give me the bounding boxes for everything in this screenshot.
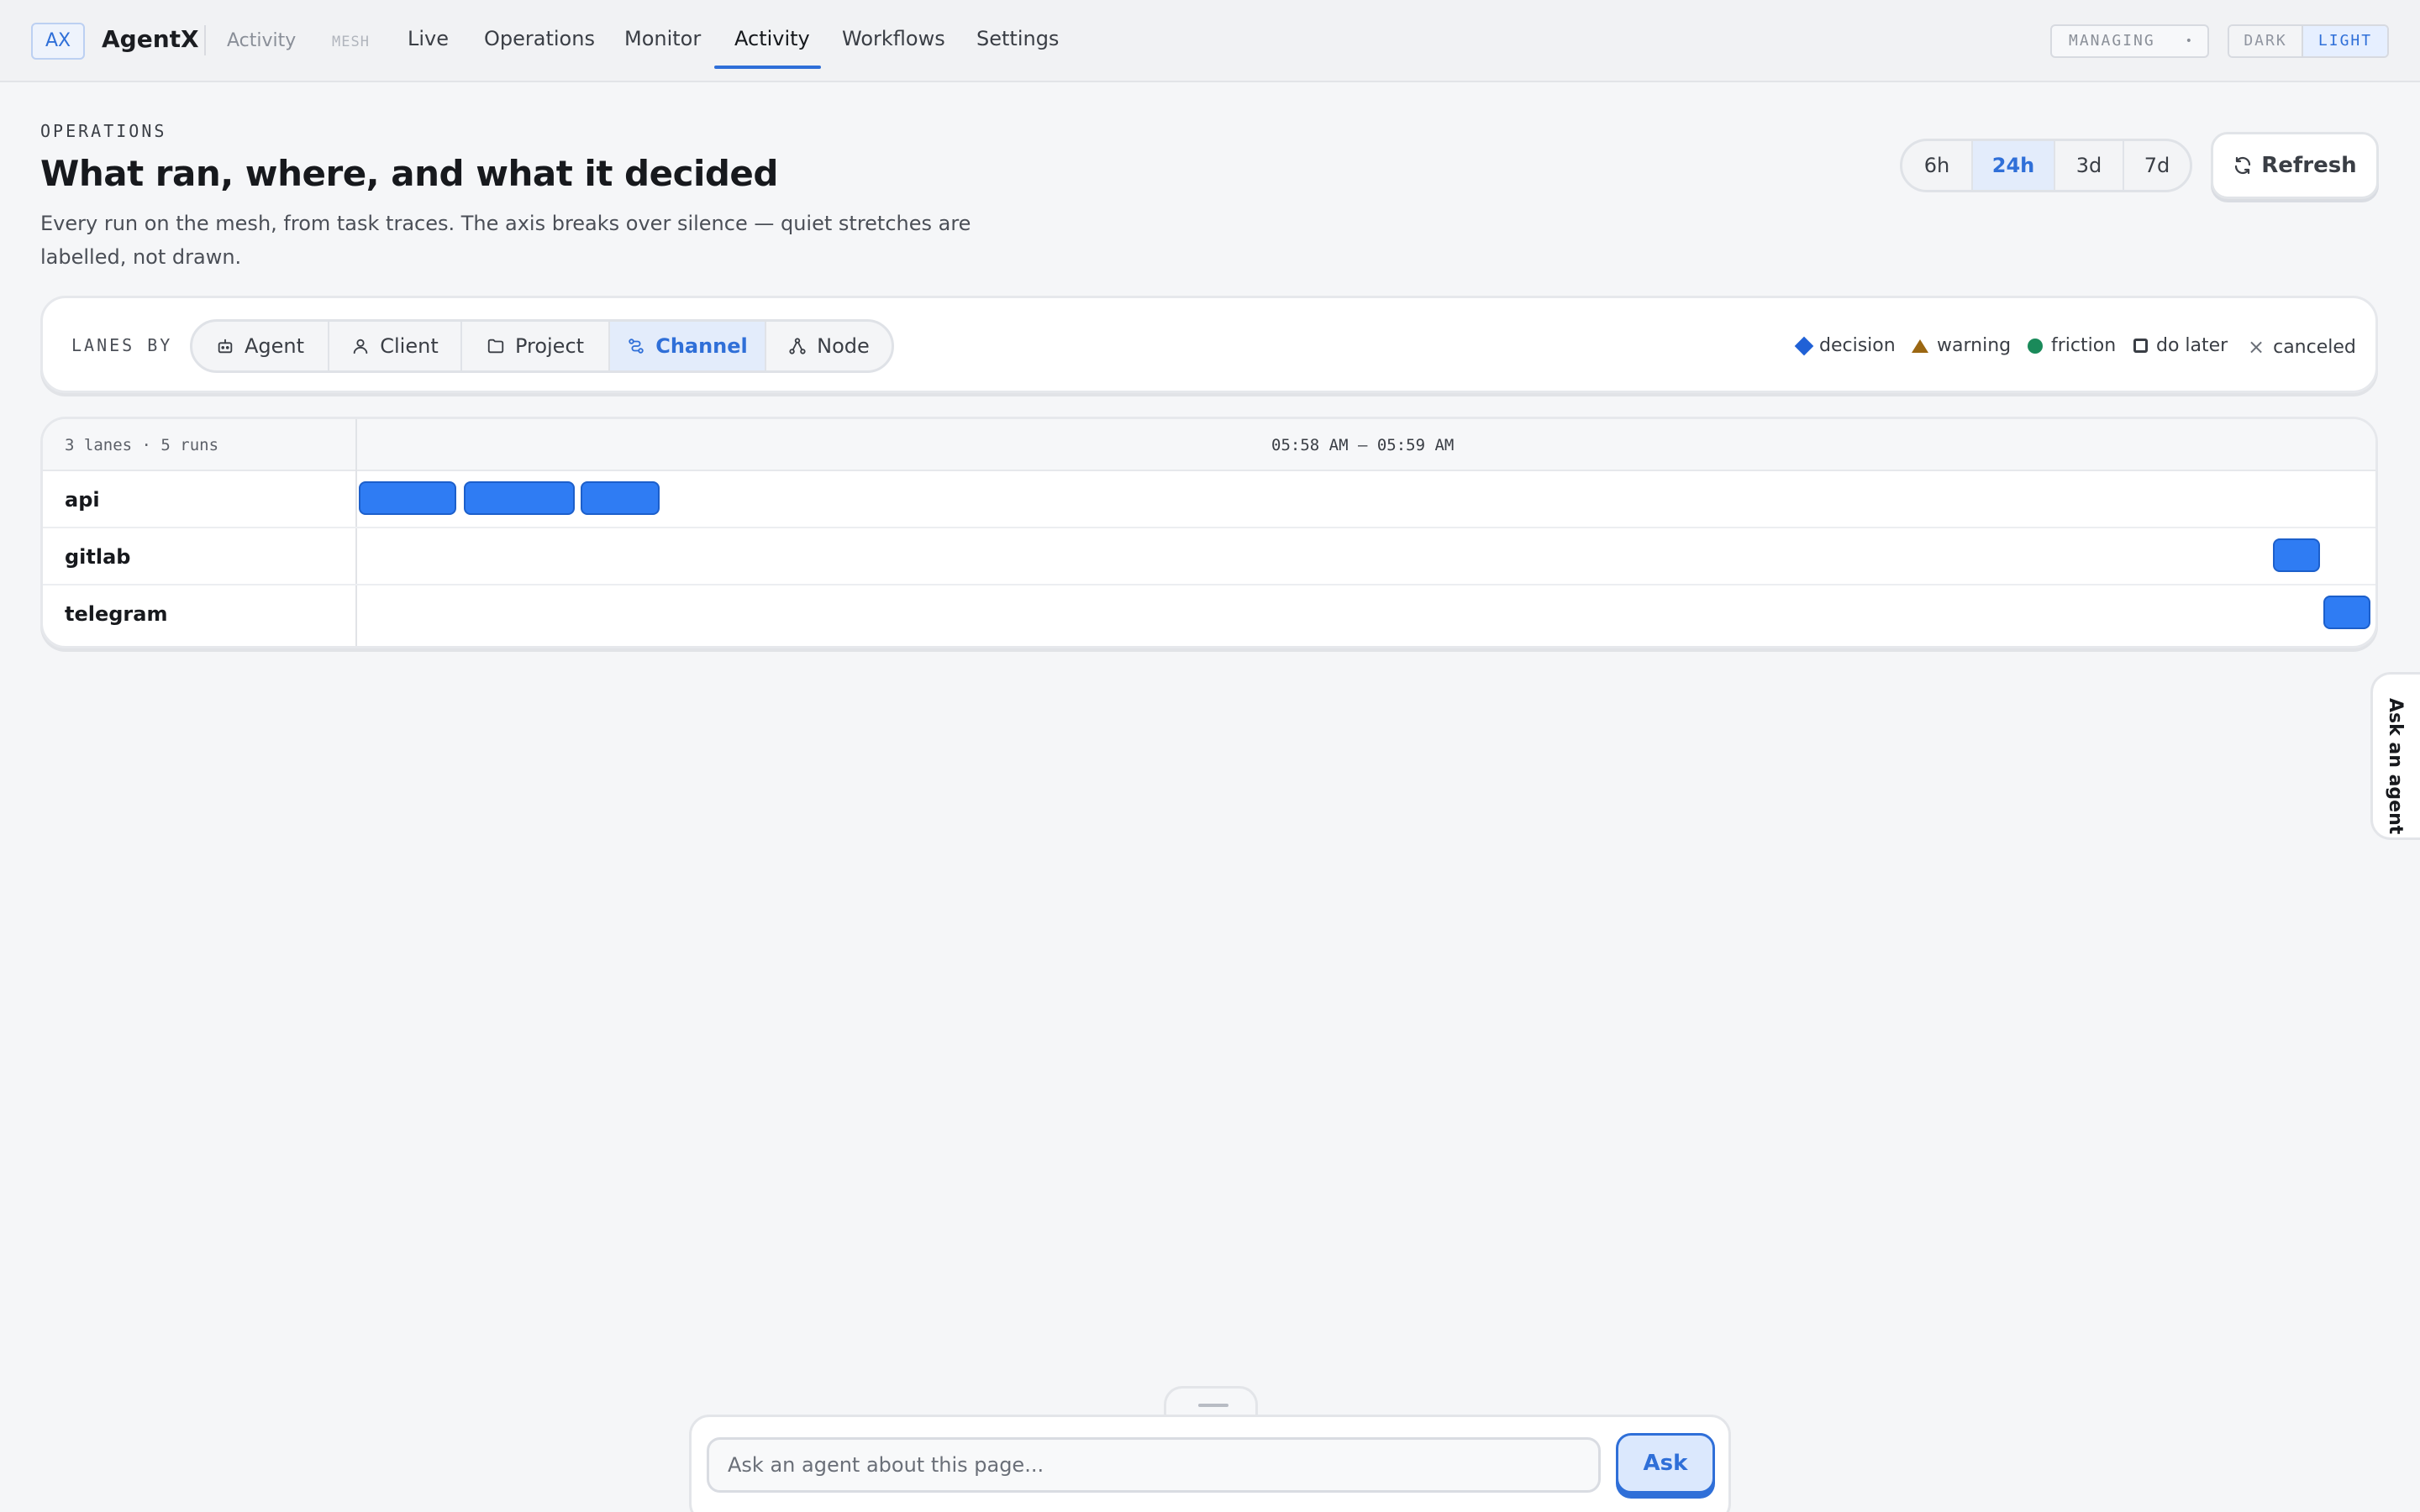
managing-label: MANAGING	[2069, 32, 2155, 50]
node-icon	[789, 338, 806, 354]
nav-active-indicator	[714, 66, 821, 69]
ask-an-agent-tab-label: Ask an agent	[2385, 698, 2406, 835]
ask-bar: Ask	[689, 1415, 1731, 1512]
range-6h-button[interactable]: 6h	[1902, 141, 1973, 190]
run-bar[interactable]	[2273, 538, 2321, 572]
legend-do-later-label: do later	[2156, 335, 2228, 356]
header-divider	[204, 25, 206, 55]
legend-do-later: do later	[2133, 335, 2228, 356]
theme-dark-button[interactable]: DARK	[2229, 26, 2303, 56]
lanes-by-card: LANES BY Agent Client Project Channel No…	[40, 296, 2378, 393]
lane-label[interactable]: api	[65, 488, 100, 512]
folder-icon	[487, 339, 504, 354]
run-bar[interactable]	[359, 481, 456, 515]
run-bar[interactable]	[2323, 596, 2370, 629]
lane-label[interactable]: telegram	[65, 602, 167, 626]
refresh-label: Refresh	[2261, 153, 2357, 178]
time-range-selector: 6h 24h 3d 7d	[1900, 139, 2192, 192]
decision-diamond-icon	[1794, 336, 1814, 355]
ask-an-agent-tab[interactable]: Ask an agent	[2370, 672, 2420, 840]
refresh-icon	[2235, 156, 2251, 175]
nav-activity[interactable]: Activity	[734, 27, 810, 50]
managing-indicator: •	[2185, 34, 2192, 48]
page-title: What ran, where, and what it decided	[40, 153, 779, 194]
lanes-by-node-button[interactable]: Node	[766, 322, 892, 370]
lane-gitlab: gitlab	[43, 528, 2375, 585]
range-24h-button[interactable]: 24h	[1973, 141, 2055, 190]
canceled-x-icon: ×	[2248, 335, 2265, 359]
refresh-button[interactable]: Refresh	[2211, 132, 2379, 199]
app-name[interactable]: AgentX	[102, 25, 199, 53]
lanes-by-project-label: Project	[514, 334, 585, 358]
run-bar[interactable]	[580, 481, 660, 515]
ask-button[interactable]: Ask	[1616, 1433, 1715, 1494]
lanes-by-channel-button[interactable]: Channel	[610, 322, 766, 370]
activity-timeline: 3 lanes · 5 runs 05:58 AM – 05:59 AM api…	[40, 417, 2378, 648]
lanes-by-client-button[interactable]: Client	[329, 322, 462, 370]
legend-friction-label: friction	[2051, 335, 2117, 356]
lanes-by-agent-button[interactable]: Agent	[192, 322, 329, 370]
nav-monitor[interactable]: Monitor	[624, 27, 701, 50]
legend-decision-label: decision	[1819, 335, 1896, 356]
top-bar: AX AgentX Activity MESH Live Operations …	[0, 0, 2420, 82]
legend-warning: warning	[1912, 335, 2011, 356]
legend-decision: decision	[1794, 335, 1896, 356]
lanes-by-project-button[interactable]: Project	[462, 322, 610, 370]
ask-input[interactable]	[707, 1437, 1601, 1493]
legend-warning-label: warning	[1937, 335, 2012, 356]
section-eyebrow: OPERATIONS	[40, 121, 167, 141]
app-logo[interactable]: AX	[31, 23, 85, 60]
channel-icon	[629, 339, 644, 354]
timeline-header: 3 lanes · 5 runs 05:58 AM – 05:59 AM	[43, 419, 2375, 471]
managing-dropdown[interactable]: MANAGING •	[2050, 24, 2209, 58]
lanes-by-node-label: Node	[817, 334, 870, 358]
lane-label[interactable]: gitlab	[65, 545, 130, 569]
nav-workflows[interactable]: Workflows	[842, 27, 945, 50]
lanes-by-channel-label: Channel	[655, 334, 748, 358]
mesh-tag: MESH	[332, 34, 370, 50]
nav-live[interactable]: Live	[408, 27, 449, 50]
lanes-by-selector: Agent Client Project Channel Node	[190, 319, 894, 373]
theme-light-button[interactable]: LIGHT	[2303, 26, 2387, 56]
run-bar[interactable]	[463, 481, 576, 515]
nav-operations[interactable]: Operations	[484, 27, 595, 50]
warning-triangle-icon	[1912, 339, 1928, 353]
lane-api: api	[43, 471, 2375, 528]
legend-friction: friction	[2028, 335, 2116, 356]
lanes-by-client-label: Client	[380, 334, 439, 358]
timeline-summary: 3 lanes · 5 runs	[65, 436, 219, 454]
legend-canceled-label: canceled	[2273, 336, 2356, 358]
nav-settings[interactable]: Settings	[976, 27, 1059, 50]
lanes-by-label: LANES BY	[71, 335, 173, 355]
friction-dot-icon	[2028, 338, 2043, 354]
lanes-by-agent-label: Agent	[244, 334, 305, 358]
range-3d-button[interactable]: 3d	[2055, 141, 2124, 190]
range-7d-button[interactable]: 7d	[2124, 141, 2190, 190]
timeline-time-range: 05:58 AM – 05:59 AM	[1271, 436, 1455, 454]
theme-toggle: DARK LIGHT	[2228, 24, 2389, 58]
breadcrumb: Activity	[227, 30, 297, 51]
legend-canceled: × canceled	[2248, 335, 2356, 359]
lane-telegram: telegram	[43, 585, 2375, 643]
person-icon	[354, 339, 368, 354]
do-later-square-icon	[2133, 339, 2148, 353]
robot-icon	[218, 339, 233, 354]
page-subtitle: Every run on the mesh, from task traces.…	[40, 212, 971, 269]
